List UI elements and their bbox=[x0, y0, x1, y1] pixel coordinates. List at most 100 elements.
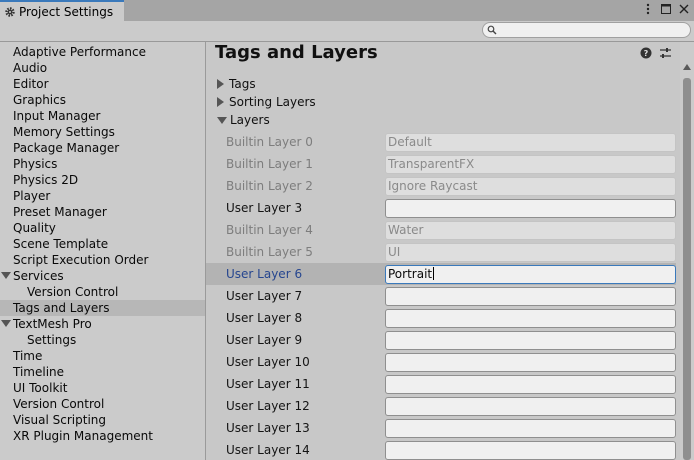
sidebar-item[interactable]: Adaptive Performance bbox=[0, 44, 205, 60]
main-panel: Tags and Layers ? Tags Sorting Layers La… bbox=[206, 42, 694, 460]
layer-label: User Layer 3 bbox=[226, 201, 303, 215]
project-settings-tab[interactable]: Project Settings bbox=[0, 0, 124, 21]
sidebar-item-label: TextMesh Pro bbox=[13, 317, 92, 331]
title-bar: Project Settings bbox=[0, 0, 694, 21]
layer-name-value: Ignore Raycast bbox=[388, 179, 478, 193]
window-controls bbox=[642, 3, 690, 15]
layer-label: Builtin Layer 1 bbox=[226, 157, 313, 171]
layer-label: User Layer 6 bbox=[226, 267, 303, 281]
sidebar-item[interactable]: Quality bbox=[0, 220, 205, 236]
sidebar-item-label: Services bbox=[13, 269, 64, 283]
layer-name-field[interactable] bbox=[385, 353, 676, 372]
sidebar-item-label: XR Plugin Management bbox=[13, 429, 153, 443]
layer-label: User Layer 11 bbox=[226, 377, 310, 391]
layer-row: User Layer 9 bbox=[206, 329, 676, 351]
page-title: Tags and Layers bbox=[215, 42, 378, 63]
sidebar-item[interactable]: Editor bbox=[0, 76, 205, 92]
sidebar-item-label: Version Control bbox=[13, 397, 105, 411]
help-icon[interactable]: ? bbox=[639, 46, 652, 59]
sidebar-item-label: Visual Scripting bbox=[13, 413, 106, 427]
layer-row: Builtin Layer 1 TransparentFX bbox=[206, 153, 676, 175]
layer-row: User Layer 13 bbox=[206, 417, 676, 439]
sidebar-item[interactable]: XR Plugin Management bbox=[0, 428, 205, 444]
layer-row: User Layer 11 bbox=[206, 373, 676, 395]
sidebar-item[interactable]: Tags and Layers bbox=[0, 300, 205, 316]
sidebar-item[interactable]: Graphics bbox=[0, 92, 205, 108]
layer-label: Builtin Layer 0 bbox=[226, 135, 313, 149]
sidebar-item-label: Editor bbox=[13, 77, 49, 91]
sidebar-item[interactable]: Services bbox=[0, 268, 205, 284]
sidebar-item[interactable]: Time bbox=[0, 348, 205, 364]
layer-name-field[interactable] bbox=[385, 199, 676, 218]
sidebar-item[interactable]: Timeline bbox=[0, 364, 205, 380]
layer-row: Builtin Layer 5 UI bbox=[206, 241, 676, 263]
layer-row: User Layer 12 bbox=[206, 395, 676, 417]
expand-triangle-icon[interactable] bbox=[1, 272, 11, 279]
layer-label: User Layer 12 bbox=[226, 399, 310, 413]
layer-name-field[interactable] bbox=[385, 375, 676, 394]
layer-name-field[interactable] bbox=[385, 397, 676, 416]
sidebar-item[interactable]: Input Manager bbox=[0, 108, 205, 124]
layer-name-field[interactable] bbox=[385, 331, 676, 350]
sidebar-item[interactable]: Audio bbox=[0, 60, 205, 76]
layer-name-field[interactable] bbox=[385, 419, 676, 438]
sidebar-item[interactable]: Scene Template bbox=[0, 236, 205, 252]
sidebar-item[interactable]: Player bbox=[0, 188, 205, 204]
more-vert-icon[interactable] bbox=[642, 3, 654, 15]
layer-name-field[interactable] bbox=[385, 309, 676, 328]
sidebar-item[interactable]: TextMesh Pro bbox=[0, 316, 205, 332]
layer-name-field[interactable] bbox=[385, 441, 676, 460]
layer-name-field: Ignore Raycast bbox=[385, 177, 676, 196]
section-layers[interactable]: Layers bbox=[217, 111, 270, 129]
search-input[interactable] bbox=[497, 24, 690, 36]
layer-row: User Layer 8 bbox=[206, 307, 676, 329]
sidebar-item[interactable]: Preset Manager bbox=[0, 204, 205, 220]
sidebar-item-label: Timeline bbox=[13, 365, 65, 379]
search-box[interactable] bbox=[482, 22, 691, 38]
scroll-thumb[interactable] bbox=[683, 78, 691, 460]
scroll-up-arrow-icon[interactable] bbox=[683, 64, 691, 70]
sidebar-item-label: Physics bbox=[13, 157, 58, 171]
sidebar-item-label: Package Manager bbox=[13, 141, 120, 155]
layer-row: User Layer 7 bbox=[206, 285, 676, 307]
sidebar-item[interactable]: UI Toolkit bbox=[0, 380, 205, 396]
sidebar-item[interactable]: Visual Scripting bbox=[0, 412, 205, 428]
section-tags-label: Tags bbox=[229, 77, 256, 91]
tab-title: Project Settings bbox=[19, 4, 114, 19]
layer-name-field[interactable] bbox=[385, 287, 676, 306]
layer-row: User Layer 6 Portrait bbox=[206, 263, 676, 285]
close-icon[interactable] bbox=[678, 3, 690, 15]
scrollbar[interactable] bbox=[680, 42, 694, 460]
sidebar-item[interactable]: Version Control bbox=[0, 284, 205, 300]
layer-row: Builtin Layer 0 Default bbox=[206, 131, 676, 153]
sidebar-item-label: Memory Settings bbox=[13, 125, 115, 139]
svg-text:?: ? bbox=[643, 49, 648, 58]
maximize-icon[interactable] bbox=[660, 3, 672, 15]
layer-label: User Layer 9 bbox=[226, 333, 303, 347]
sidebar-item[interactable]: Package Manager bbox=[0, 140, 205, 156]
sidebar-item[interactable]: Physics bbox=[0, 156, 205, 172]
preset-icon[interactable] bbox=[659, 46, 672, 59]
sidebar-item[interactable]: Physics 2D bbox=[0, 172, 205, 188]
sidebar-item[interactable]: Script Execution Order bbox=[0, 252, 205, 268]
sidebar-item-label: Graphics bbox=[13, 93, 66, 107]
expand-triangle-icon[interactable] bbox=[1, 320, 11, 327]
sidebar-item-label: Player bbox=[13, 189, 51, 203]
section-sorting-layers[interactable]: Sorting Layers bbox=[217, 93, 316, 111]
sidebar-item-label: Version Control bbox=[27, 285, 119, 299]
sidebar-item-label: Settings bbox=[27, 333, 77, 347]
sidebar-list: Adaptive Performance Audio Editor Graphics I… bbox=[0, 44, 205, 444]
layer-label: User Layer 7 bbox=[226, 289, 303, 303]
settings-sidebar: Adaptive Performance Audio Editor Graphics I… bbox=[0, 42, 206, 460]
layer-row: User Layer 10 bbox=[206, 351, 676, 373]
section-sorting-layers-label: Sorting Layers bbox=[229, 95, 316, 109]
section-tags[interactable]: Tags bbox=[217, 75, 256, 93]
layer-name-field[interactable]: Portrait bbox=[385, 265, 676, 284]
sidebar-item[interactable]: Settings bbox=[0, 332, 205, 348]
sidebar-item[interactable]: Memory Settings bbox=[0, 124, 205, 140]
sidebar-item[interactable]: Version Control bbox=[0, 396, 205, 412]
layer-name-value: Portrait bbox=[388, 267, 433, 281]
toolbar bbox=[0, 21, 694, 42]
gear-icon bbox=[5, 6, 15, 17]
layer-row: User Layer 3 bbox=[206, 197, 676, 219]
